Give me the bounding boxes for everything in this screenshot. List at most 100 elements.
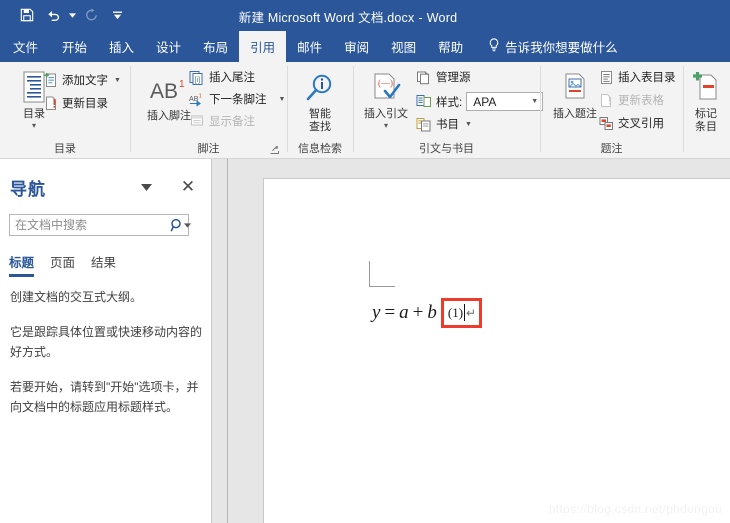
- navigation-options-dropdown-icon[interactable]: [137, 178, 155, 196]
- equation-number: (1): [447, 304, 464, 320]
- add-text-icon: [42, 72, 58, 88]
- equation-number-highlight[interactable]: (1) ↵: [440, 298, 483, 328]
- show-notes-button: 显示备注: [189, 113, 255, 129]
- toc-dropdown-icon[interactable]: ▾: [32, 122, 36, 130]
- app-name: Word: [426, 11, 458, 25]
- bibliography-icon: [416, 116, 432, 132]
- ribbon-group-captions: 插入题注 插入表目录 更新表格 交叉引用 题注: [541, 62, 682, 159]
- update-table-icon: [598, 92, 614, 108]
- tab-insert[interactable]: 插入: [98, 31, 145, 62]
- group-label-index: [684, 142, 730, 159]
- insert-citation-button[interactable]: (—) 插入引文 ▾: [358, 68, 414, 130]
- update-table-button: 更新表格: [598, 92, 664, 108]
- nav-tab-headings[interactable]: 标题: [9, 252, 35, 277]
- svg-text:[i]: [i]: [195, 77, 201, 84]
- navigation-search-box[interactable]: [9, 214, 191, 236]
- update-table-label: 更新表格: [618, 95, 664, 107]
- ribbon-tabs: 文件 开始 插入 设计 布局 引用 邮件 审阅 视图 帮助 告诉我你想要做什么: [0, 31, 730, 62]
- search-icon[interactable]: [170, 218, 184, 232]
- navigation-message-line-3: 若要开始，请转到"开始"选项卡，并向文档中的标题应用标题样式。: [10, 380, 199, 414]
- cross-reference-button[interactable]: 交叉引用: [598, 115, 664, 131]
- citation-style-value: APA: [473, 94, 497, 109]
- mark-entry-icon: [691, 68, 721, 108]
- formula-paragraph[interactable]: y = a + b (1) ↵: [372, 298, 483, 328]
- document-scroll-area[interactable]: y = a + b (1) ↵ https://blog.csdn.net/ph…: [213, 159, 730, 523]
- word-window: 新建 Microsoft Word 文档.docx - Word 文件 开始 插入 …: [0, 0, 730, 523]
- navigation-pane: 导航 ✕ 标题 页面 结果: [0, 159, 212, 523]
- next-footnote-icon: AB 1: [189, 91, 205, 107]
- insert-footnote-icon: AB 1: [148, 70, 190, 110]
- next-footnote-label: 下一条脚注: [209, 94, 267, 106]
- formula-lhs: y: [372, 302, 381, 323]
- formula-plus: +: [412, 302, 424, 323]
- group-label-toc: 目录: [54, 143, 76, 155]
- ribbon-group-research: 智能 查找 信息检索: [288, 62, 352, 159]
- citation-style-dropdown-icon[interactable]: ▼: [531, 98, 538, 105]
- paragraph-mark: ↵: [466, 305, 477, 320]
- text-cursor: [464, 304, 466, 321]
- update-toc-icon: [42, 95, 58, 111]
- navigation-message-line-2: 它是跟踪具体位置或快速移动内容的好方式。: [10, 325, 203, 359]
- citation-style-icon: [416, 94, 432, 110]
- bibliography-button[interactable]: 书目 ▼: [416, 116, 472, 132]
- insert-citation-label: 插入引文: [364, 108, 408, 120]
- svg-text:1: 1: [179, 79, 185, 90]
- search-input[interactable]: [10, 215, 170, 235]
- group-label-footnotes: 脚注: [197, 143, 220, 155]
- document-title: 新建 Microsoft Word 文档.docx - Word: [0, 7, 730, 26]
- tab-layout[interactable]: 布局: [192, 31, 239, 62]
- nav-tab-pages[interactable]: 页面: [50, 252, 75, 277]
- show-notes-icon: [189, 113, 205, 129]
- smart-lookup-button[interactable]: 智能 查找: [292, 68, 348, 134]
- ribbon-group-citations: (—) 插入引文 ▾ 管理源 样式: APA ▼ 书目 ▼ 引文与书目: [354, 62, 544, 159]
- insert-endnote-icon: [i]: [189, 69, 205, 85]
- add-text-button[interactable]: 添加文字 ▼: [42, 72, 121, 88]
- group-label-research: 信息检索: [298, 143, 342, 155]
- insert-table-of-figures-button[interactable]: 插入表目录: [598, 69, 676, 85]
- citation-style-select[interactable]: APA ▼: [466, 92, 544, 111]
- tab-file[interactable]: 文件: [0, 31, 51, 62]
- smart-lookup-label-2: 查找: [309, 121, 331, 133]
- search-options-dropdown-icon[interactable]: [184, 222, 191, 228]
- title-separator: -: [418, 11, 423, 25]
- bibliography-dropdown-icon[interactable]: ▼: [465, 121, 472, 128]
- navigation-empty-message: 创建文档的交互式大纲。 它是跟踪具体位置或快速移动内容的好方式。 若要开始，请转…: [10, 287, 202, 432]
- insert-caption-button[interactable]: 插入题注: [545, 68, 605, 121]
- tab-references[interactable]: 引用: [239, 31, 287, 62]
- formula-term-a: a: [399, 302, 409, 323]
- svg-text:1: 1: [199, 93, 202, 99]
- insert-caption-label: 插入题注: [553, 108, 597, 120]
- document-name: 新建 Microsoft Word 文档.docx: [238, 11, 415, 25]
- tab-review[interactable]: 审阅: [333, 31, 380, 62]
- document-page[interactable]: y = a + b (1) ↵: [263, 178, 730, 523]
- mark-entry-button[interactable]: 标记 条目: [682, 68, 730, 134]
- manage-sources-button[interactable]: 管理源: [416, 69, 471, 85]
- ribbon-group-footnotes: AB 1 插入脚注 [i] 插入尾注 AB 1 下一条脚注 ▼ 显示备注 脚注: [131, 62, 286, 159]
- update-toc-label: 更新目录: [62, 98, 108, 110]
- insert-endnote-label: 插入尾注: [209, 72, 255, 84]
- insert-endnote-button[interactable]: [i] 插入尾注: [189, 69, 255, 85]
- nav-tab-results[interactable]: 结果: [91, 252, 116, 277]
- tab-home[interactable]: 开始: [51, 31, 98, 62]
- formula-equals: =: [384, 302, 396, 323]
- insert-citation-dropdown-icon[interactable]: ▾: [384, 122, 388, 130]
- tell-me-box[interactable]: 告诉我你想要做什么: [480, 31, 626, 62]
- mark-entry-label-1: 标记: [695, 108, 717, 120]
- update-toc-button[interactable]: 更新目录: [42, 95, 108, 111]
- next-footnote-dropdown-icon[interactable]: ▼: [279, 96, 286, 103]
- tab-design[interactable]: 设计: [145, 31, 192, 62]
- pane-divider: [227, 159, 228, 523]
- lightbulb-icon: [488, 38, 500, 55]
- navigation-tabs: 标题 页面 结果: [0, 252, 212, 280]
- cross-reference-icon: [598, 115, 614, 131]
- tab-help[interactable]: 帮助: [427, 31, 474, 62]
- footnotes-dialog-launcher-icon[interactable]: [270, 145, 279, 156]
- tab-view[interactable]: 视图: [380, 31, 427, 62]
- add-text-dropdown-icon[interactable]: ▼: [114, 77, 121, 84]
- tab-mailings[interactable]: 邮件: [286, 31, 333, 62]
- ribbon-group-toc: 目录 ▾ 添加文字 ▼ 更新目录 目录: [0, 62, 130, 159]
- navigation-pane-title: 导航: [10, 180, 46, 199]
- next-footnote-button[interactable]: AB 1 下一条脚注 ▼: [189, 91, 285, 107]
- navigation-close-icon[interactable]: ✕: [178, 176, 198, 196]
- work-area: 导航 ✕ 标题 页面 结果: [0, 159, 730, 523]
